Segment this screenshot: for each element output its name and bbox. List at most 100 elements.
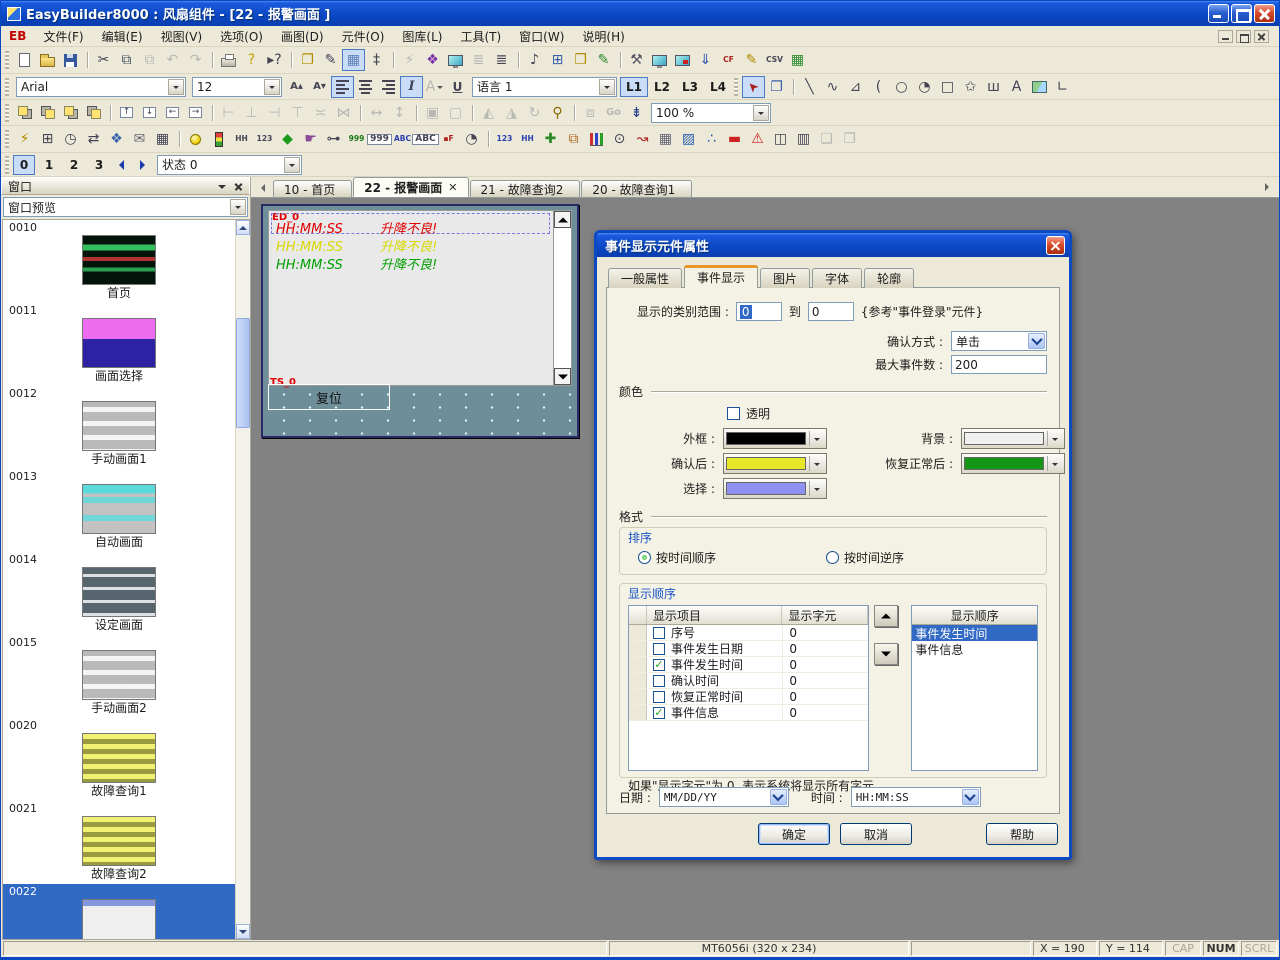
align-bottom-edges[interactable]: ⋈ (332, 102, 355, 124)
level-l3[interactable]: L3 (676, 77, 704, 97)
recipe-transfer[interactable]: ❖ (105, 128, 128, 150)
new-file[interactable] (13, 49, 36, 71)
scatter-plot[interactable]: ∴ (700, 128, 723, 150)
arc-tool[interactable]: ( (867, 76, 890, 98)
off-line-simulation[interactable] (671, 49, 694, 71)
ascii-display[interactable]: ABC (414, 128, 437, 150)
chevron-down-icon[interactable] (962, 789, 979, 805)
restore-color-picker[interactable] (961, 453, 1065, 474)
minimize-button[interactable] (1208, 4, 1229, 23)
nudge-up[interactable]: ↑ (115, 102, 138, 124)
max-events-input[interactable]: 200 (951, 355, 1047, 374)
menu-library[interactable]: 图库(L) (393, 26, 451, 47)
chevron-down-icon[interactable] (1047, 456, 1062, 471)
save-file[interactable] (59, 49, 82, 71)
print[interactable] (217, 49, 240, 71)
nudge-down[interactable]: ↓ (138, 102, 161, 124)
send-backward[interactable] (82, 102, 105, 124)
flip-horizontal[interactable]: ◮ (500, 102, 523, 124)
chars-cell[interactable]: 0 (782, 705, 868, 720)
reset-button-element[interactable]: 复位 (268, 384, 390, 410)
csv-export[interactable]: CSV (763, 49, 786, 71)
font-shrink[interactable]: A▾ (308, 76, 331, 98)
frame-color-picker[interactable] (723, 428, 827, 449)
chars-cell[interactable]: 0 (782, 625, 868, 640)
event-log[interactable]: ▦ (151, 128, 174, 150)
scroll-up-icon[interactable] (236, 220, 250, 235)
scroll-down-icon[interactable] (236, 924, 250, 939)
close-button[interactable] (1254, 4, 1275, 23)
table-row[interactable]: 恢复正常时间 0 (629, 689, 868, 705)
lamp-window[interactable]: HH (230, 128, 253, 150)
time-monitor[interactable]: HH (516, 128, 539, 150)
chevron-down-icon[interactable] (809, 481, 824, 496)
font-color[interactable]: A (423, 76, 446, 98)
state-2[interactable]: 2 (63, 155, 85, 175)
row-checkbox[interactable] (653, 627, 665, 639)
chevron-down-icon[interactable] (168, 79, 184, 95)
indirect-window[interactable]: ▪F (437, 128, 460, 150)
system-settings[interactable]: ⚒ (625, 49, 648, 71)
italic[interactable]: I (400, 76, 423, 98)
maximize-button[interactable] (1231, 4, 1252, 23)
select-window[interactable]: ❐ (296, 49, 319, 71)
on-line-simulation[interactable] (648, 49, 671, 71)
tab-event-display[interactable]: 事件显示 (684, 265, 758, 288)
prev-state-button[interactable] (110, 155, 132, 175)
cf-card[interactable]: CF (717, 49, 740, 71)
menu-file[interactable]: 文件(F) (34, 26, 92, 47)
word-lamp[interactable] (207, 128, 230, 150)
set-bit[interactable]: ◆ (276, 128, 299, 150)
row-checkbox[interactable] (653, 707, 665, 719)
doc-tab-21[interactable]: 21 - 故障查询2 (470, 180, 581, 197)
rotate[interactable]: ↻ (523, 102, 546, 124)
acknowledge-color-picker[interactable] (723, 453, 827, 474)
select-pointer[interactable]: ➤ (742, 76, 765, 98)
chevron-down-icon[interactable] (1047, 431, 1062, 446)
move-down-button[interactable] (874, 643, 898, 665)
label-library[interactable]: ❒ (569, 49, 592, 71)
text-tool[interactable]: A (1005, 76, 1028, 98)
tab-picture[interactable]: 图片 (760, 268, 810, 288)
paste[interactable]: ⧉ (138, 49, 161, 71)
pie-tool[interactable]: ◔ (913, 76, 936, 98)
numeric-display[interactable]: 999 (368, 128, 391, 150)
table-row[interactable]: 确认时间 0 (629, 673, 868, 689)
window-item-0011[interactable]: 0011 画面选择 (3, 303, 235, 386)
simulation[interactable] (444, 49, 467, 71)
align-right[interactable] (377, 76, 400, 98)
open-file[interactable] (36, 49, 59, 71)
corner-tool[interactable]: ∟ (1051, 76, 1074, 98)
table-row[interactable]: 序号 0 (629, 625, 868, 641)
draw-mode[interactable]: ✎ (319, 49, 342, 71)
font-enlarge[interactable]: A▴ (285, 76, 308, 98)
polyline-tool[interactable]: ⊿ (844, 76, 867, 98)
window-item-0021[interactable]: 0021 故障查询2 (3, 801, 235, 884)
transparent-checkbox[interactable] (727, 407, 740, 420)
menu-edit[interactable]: 编辑(E) (93, 26, 152, 47)
ascii-input[interactable]: ABC (391, 128, 414, 150)
align-center[interactable] (354, 76, 377, 98)
data-editor[interactable]: ✎ (740, 49, 763, 71)
tab-general[interactable]: 一般属性 (608, 268, 682, 288)
chars-cell[interactable]: 0 (782, 673, 868, 688)
chars-cell[interactable]: 0 (782, 641, 868, 656)
background-color-picker[interactable] (961, 428, 1065, 449)
go-button[interactable]: Go (602, 102, 625, 124)
chevron-down-icon[interactable] (809, 431, 824, 446)
animation[interactable]: ⧉ (562, 128, 585, 150)
chars-cell[interactable]: 0 (782, 689, 868, 704)
table-row[interactable]: 事件发生时间 0 (629, 657, 868, 673)
tab-profile[interactable]: 轮廓 (864, 268, 914, 288)
column-display-chars[interactable]: 显示字元 (782, 606, 868, 624)
zoom-combo[interactable]: 100 % (651, 103, 771, 123)
align-left-edges[interactable]: ⊢ (217, 102, 240, 124)
panel-menu-icon[interactable] (214, 179, 229, 193)
nudge-right[interactable]: → (184, 102, 207, 124)
sidebar-scrollbar[interactable] (235, 220, 250, 939)
doc-tab-20[interactable]: 20 - 故障查询1 (581, 180, 692, 197)
window-item-0022[interactable]: 0022 报警画面 (3, 884, 235, 939)
mdi-close-button[interactable] (1254, 30, 1269, 43)
language-combo[interactable]: 语言 1 (472, 77, 617, 97)
cut[interactable]: ✂ (92, 49, 115, 71)
